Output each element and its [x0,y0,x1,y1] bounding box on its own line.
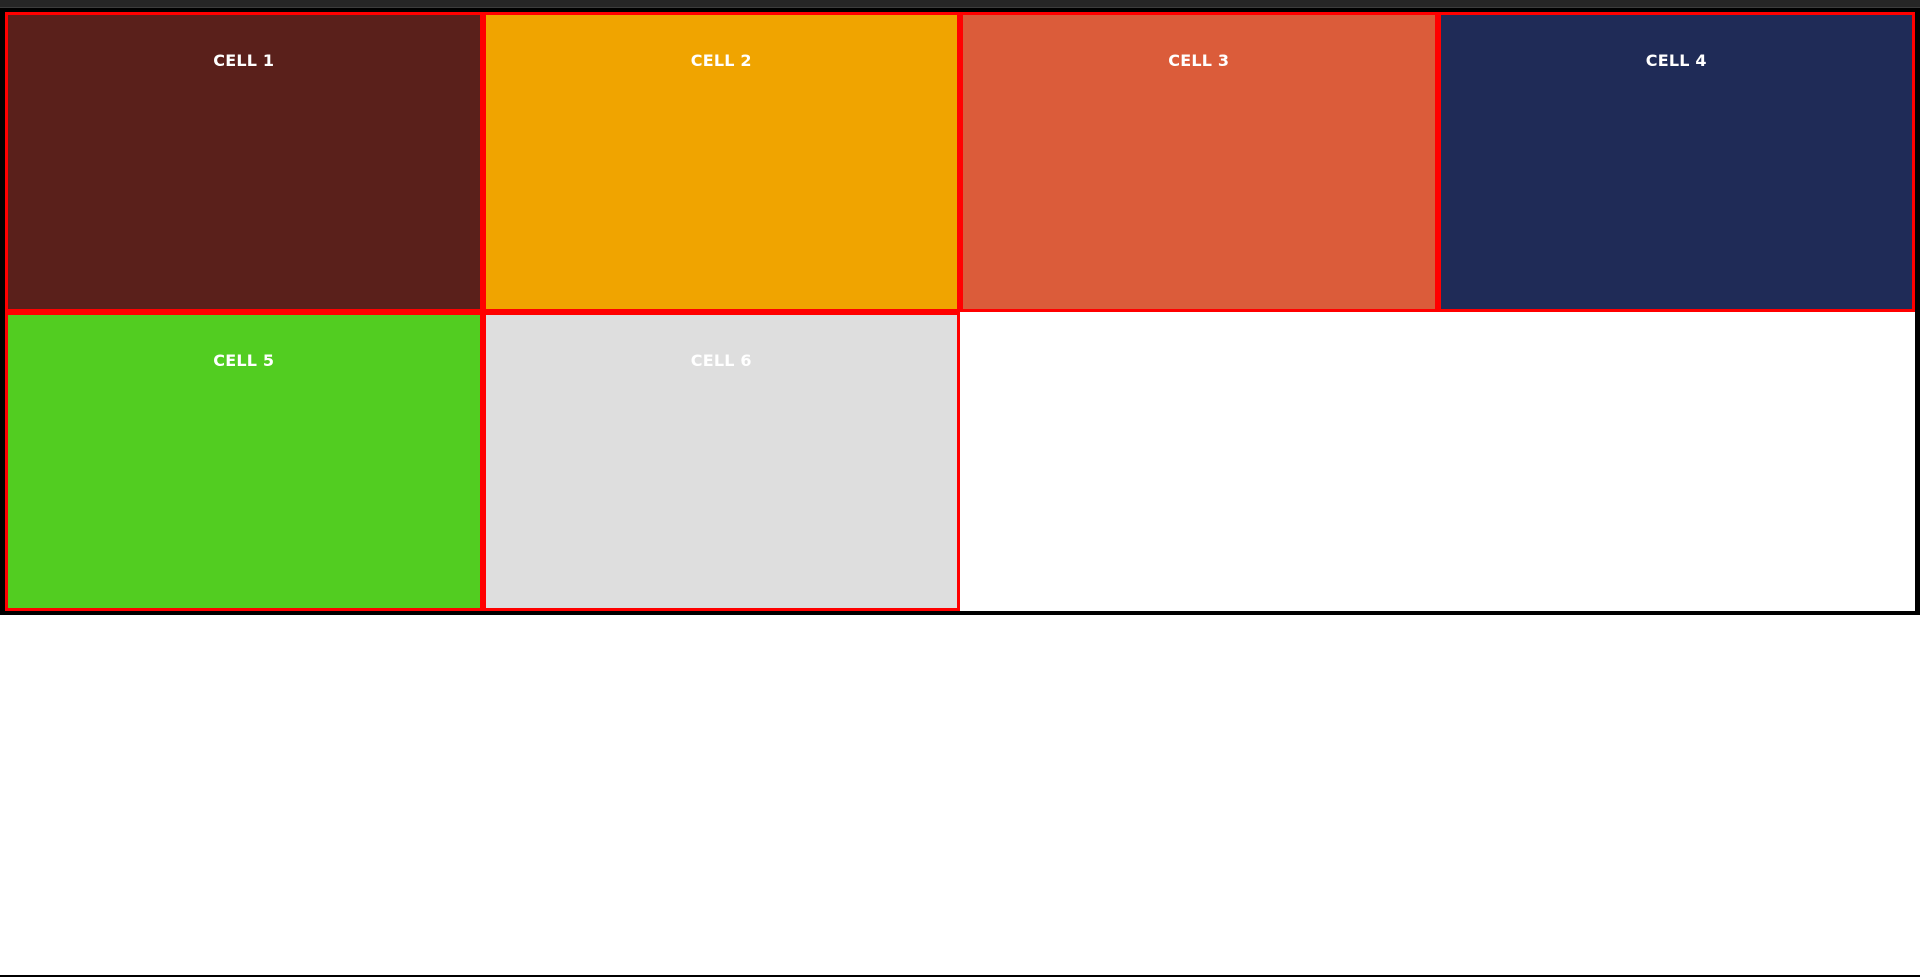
cell-6[interactable]: CELL 6 [482,311,960,611]
top-strip [0,0,1920,8]
cell-5[interactable]: CELL 5 [5,311,483,611]
cell-2[interactable]: CELL 2 [482,12,960,312]
cell-6-label: CELL 6 [690,350,752,370]
cell-4-label: CELL 4 [1645,51,1707,70]
cell-grid: CELL 1 CELL 2 CELL 3 CELL 4 CELL 5 CELL … [5,12,1915,611]
cell-1[interactable]: CELL 1 [5,12,483,312]
cell-3-label: CELL 3 [1168,51,1230,70]
cell-4[interactable]: CELL 4 [1437,12,1915,312]
cell-3[interactable]: CELL 3 [960,12,1438,312]
cell-1-label: CELL 1 [213,51,275,70]
cell-5-label: CELL 5 [213,350,275,370]
grid-frame: CELL 1 CELL 2 CELL 3 CELL 4 CELL 5 CELL … [0,8,1920,615]
cell-2-label: CELL 2 [690,51,752,70]
